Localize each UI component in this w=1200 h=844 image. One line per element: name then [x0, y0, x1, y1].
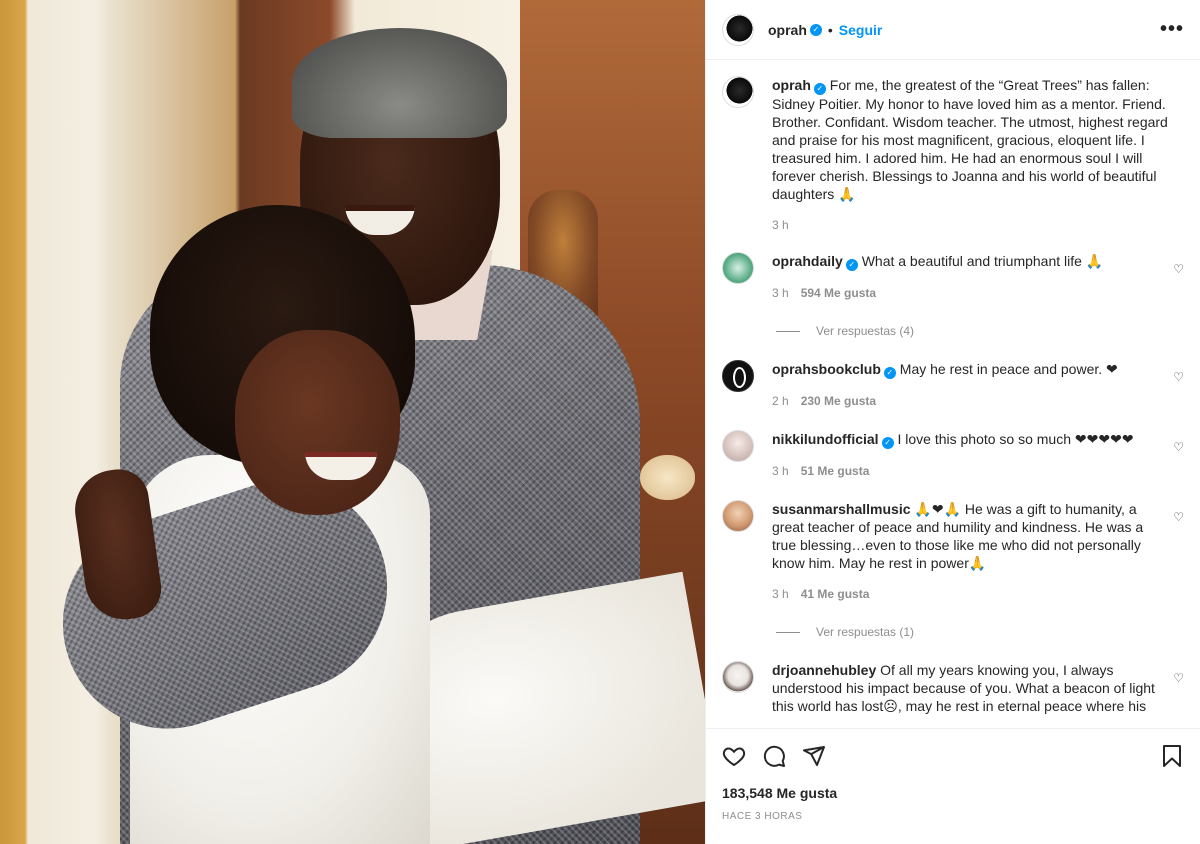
more-options-icon[interactable]: •••: [1160, 18, 1184, 41]
comments-list[interactable]: oprah ✓ For me, the greatest of the “Grea…: [706, 60, 1200, 728]
comment-likes[interactable]: 41 Me gusta: [801, 587, 870, 601]
action-icons: [722, 741, 1184, 771]
verified-badge-icon: ✓: [813, 83, 826, 95]
view-replies-label[interactable]: Ver respuestas (4): [816, 324, 914, 338]
background-lamp: [640, 455, 695, 500]
post-sidebar: oprah ✓ • Seguir ••• oprah ✓ For me, the …: [705, 0, 1200, 844]
verified-badge-icon: ✓: [809, 23, 822, 36]
comment-username[interactable]: nikkilundofficial: [772, 431, 879, 447]
caption-username[interactable]: oprah: [772, 77, 811, 93]
comment: oprahsbookclub ✓ May he rest in peace and…: [722, 360, 1184, 410]
view-replies-button[interactable]: Ver respuestas (4): [776, 324, 1184, 338]
avatar[interactable]: [722, 661, 754, 693]
comment: drjoannehubley Of all my years knowing y…: [722, 661, 1184, 715]
view-replies-button[interactable]: Ver respuestas (1): [776, 625, 1184, 639]
heart-icon[interactable]: [722, 744, 746, 768]
woman-face: [235, 330, 400, 515]
comment-meta: 2 h 230 Me gusta: [772, 392, 1156, 410]
comment-username[interactable]: susanmarshallmusic: [772, 501, 911, 517]
comment-text: What a beautiful and triumphant life 🙏: [861, 253, 1104, 269]
avatar[interactable]: [722, 13, 754, 46]
comment-likes[interactable]: 230 Me gusta: [801, 394, 876, 408]
like-comment-heart-icon[interactable]: ♡: [1173, 440, 1184, 454]
comment-time: 3 h: [772, 286, 789, 300]
comment: susanmarshallmusic 🙏❤🙏 He was a gift to …: [722, 500, 1184, 603]
like-comment-heart-icon[interactable]: ♡: [1173, 262, 1184, 276]
comment: nikkilundofficial ✓ I love this photo so …: [722, 430, 1184, 480]
comment-time: 3 h: [772, 587, 789, 601]
comment-meta: 3 h 51 Me gusta: [772, 462, 1156, 480]
comment-time: 2 h: [772, 394, 789, 408]
avatar[interactable]: [722, 430, 754, 462]
likes-count[interactable]: 183,548 Me gusta: [722, 785, 1184, 801]
replies-divider: [776, 330, 800, 332]
follow-button[interactable]: Seguir: [839, 22, 883, 38]
avatar[interactable]: [722, 76, 754, 108]
like-comment-heart-icon[interactable]: ♡: [1173, 370, 1184, 384]
header-username[interactable]: oprah: [768, 22, 807, 38]
post-timestamp: HACE 3 HORAS: [722, 811, 803, 822]
share-icon[interactable]: [802, 744, 826, 768]
post-actions: 183,548 Me gusta HACE 3 HORAS: [706, 728, 1200, 844]
caption-text: For me, the greatest of the “Great Trees…: [772, 77, 1168, 202]
comment: oprahdaily ✓ What a beautiful and triumph…: [722, 252, 1184, 302]
comment-icon[interactable]: [762, 744, 786, 768]
comment-time: 3 h: [772, 464, 789, 478]
comment-likes[interactable]: 594 Me gusta: [801, 286, 876, 300]
post-photo[interactable]: [0, 0, 705, 844]
comment-username[interactable]: drjoannehubley: [772, 662, 876, 678]
like-comment-heart-icon[interactable]: ♡: [1173, 510, 1184, 524]
verified-badge-icon: ✓: [881, 437, 894, 449]
separator-dot: •: [827, 21, 833, 38]
comment-username[interactable]: oprahdaily: [772, 253, 843, 269]
replies-divider: [776, 631, 800, 633]
caption-time: 3 h: [772, 218, 789, 232]
like-comment-heart-icon[interactable]: ♡: [1173, 671, 1184, 685]
avatar[interactable]: [722, 360, 754, 392]
verified-badge-icon: ✓: [845, 259, 858, 271]
comment-username[interactable]: oprahsbookclub: [772, 361, 881, 377]
comment-text: I love this photo so so much ❤❤❤❤❤: [897, 431, 1134, 447]
avatar[interactable]: [722, 252, 754, 284]
comment-meta: 3 h 41 Me gusta: [772, 585, 1156, 603]
avatar[interactable]: [722, 500, 754, 532]
bookmark-icon[interactable]: [1160, 744, 1184, 768]
view-replies-label[interactable]: Ver respuestas (1): [816, 625, 914, 639]
comment-meta: 3 h 594 Me gusta: [772, 284, 1156, 302]
comment-likes[interactable]: 51 Me gusta: [801, 464, 870, 478]
comment-text: May he rest in peace and power. ❤: [899, 361, 1118, 377]
man-hair: [292, 28, 507, 138]
instagram-post: oprah ✓ • Seguir ••• oprah ✓ For me, the …: [0, 0, 1200, 844]
caption: oprah ✓ For me, the greatest of the “Grea…: [722, 76, 1184, 234]
post-header: oprah ✓ • Seguir •••: [706, 0, 1200, 60]
verified-badge-icon: ✓: [883, 367, 896, 379]
